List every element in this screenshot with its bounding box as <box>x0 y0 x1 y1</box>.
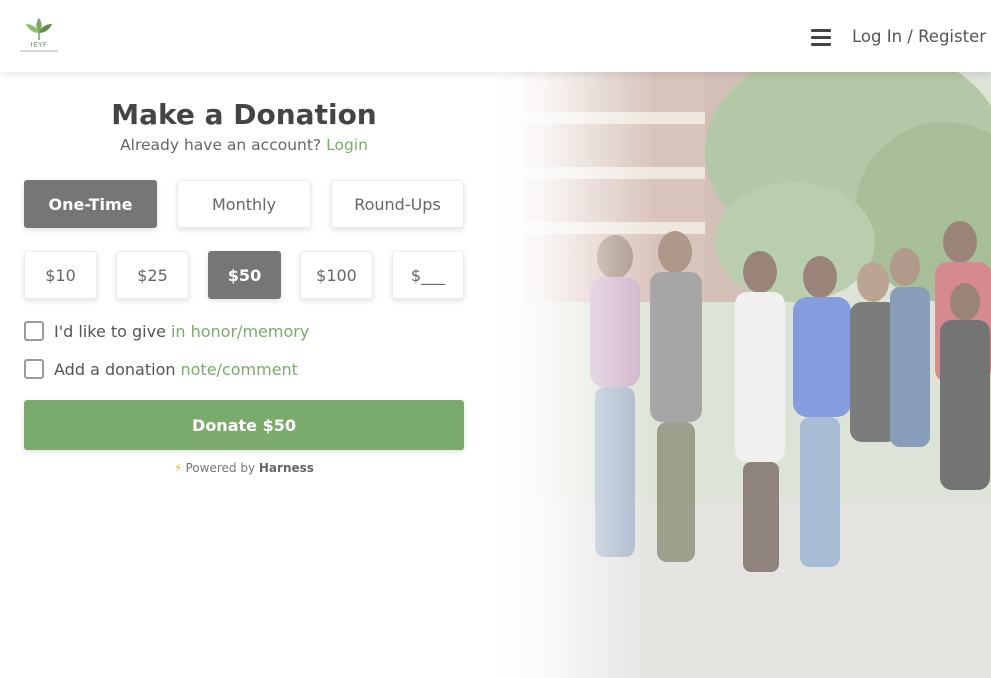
ieyf-logo[interactable]: IEYF <box>18 14 60 56</box>
students-group-photo <box>495 72 991 678</box>
frequency-round-ups-button[interactable]: Round-Ups <box>331 180 464 228</box>
lightning-bolt-icon: ⚡ <box>174 461 183 475</box>
powered-by-footer: ⚡ Powered by Harness <box>24 461 464 475</box>
honor-memory-label: I'd like to give <box>54 321 166 341</box>
login-register-link[interactable]: Log In / Register <box>852 27 986 46</box>
donate-button[interactable]: Donate $50 <box>24 400 464 450</box>
logo-text: IEYF <box>30 41 48 49</box>
honor-memory-option: I'd like to give in honor/memory <box>24 319 309 343</box>
harness-brand-link[interactable]: Harness <box>259 461 314 475</box>
donation-note-link[interactable]: note/comment <box>181 360 298 379</box>
hamburger-icon[interactable] <box>811 29 831 46</box>
amount-50-button[interactable]: $50 <box>208 251 281 299</box>
login-link[interactable]: Login <box>326 136 368 154</box>
powered-by-text: Powered by <box>185 461 256 475</box>
honor-memory-checkbox[interactable] <box>24 321 44 341</box>
custom-amount-input[interactable]: $___ <box>392 251 464 299</box>
frequency-one-time-button[interactable]: One-Time <box>24 180 157 228</box>
site-header: IEYF Log In / Register <box>0 0 991 72</box>
page-title: Make a Donation <box>111 98 377 131</box>
account-prompt: Already have an account? Login <box>24 136 464 154</box>
donation-note-checkbox[interactable] <box>24 359 44 379</box>
honor-memory-link[interactable]: in honor/memory <box>171 322 309 341</box>
donation-note-label: Add a donation <box>54 359 176 379</box>
logo-tagline-bar <box>20 50 58 52</box>
amount-25-button[interactable]: $25 <box>116 251 189 299</box>
amount-100-button[interactable]: $100 <box>300 251 373 299</box>
donation-note-option: Add a donation note/comment <box>24 357 298 381</box>
frequency-monthly-button[interactable]: Monthly <box>177 180 311 228</box>
account-prompt-text: Already have an account? <box>120 136 322 154</box>
leaf-logo-icon <box>26 18 52 40</box>
photo-fade-edge <box>495 72 655 678</box>
amount-10-button[interactable]: $10 <box>24 251 97 299</box>
